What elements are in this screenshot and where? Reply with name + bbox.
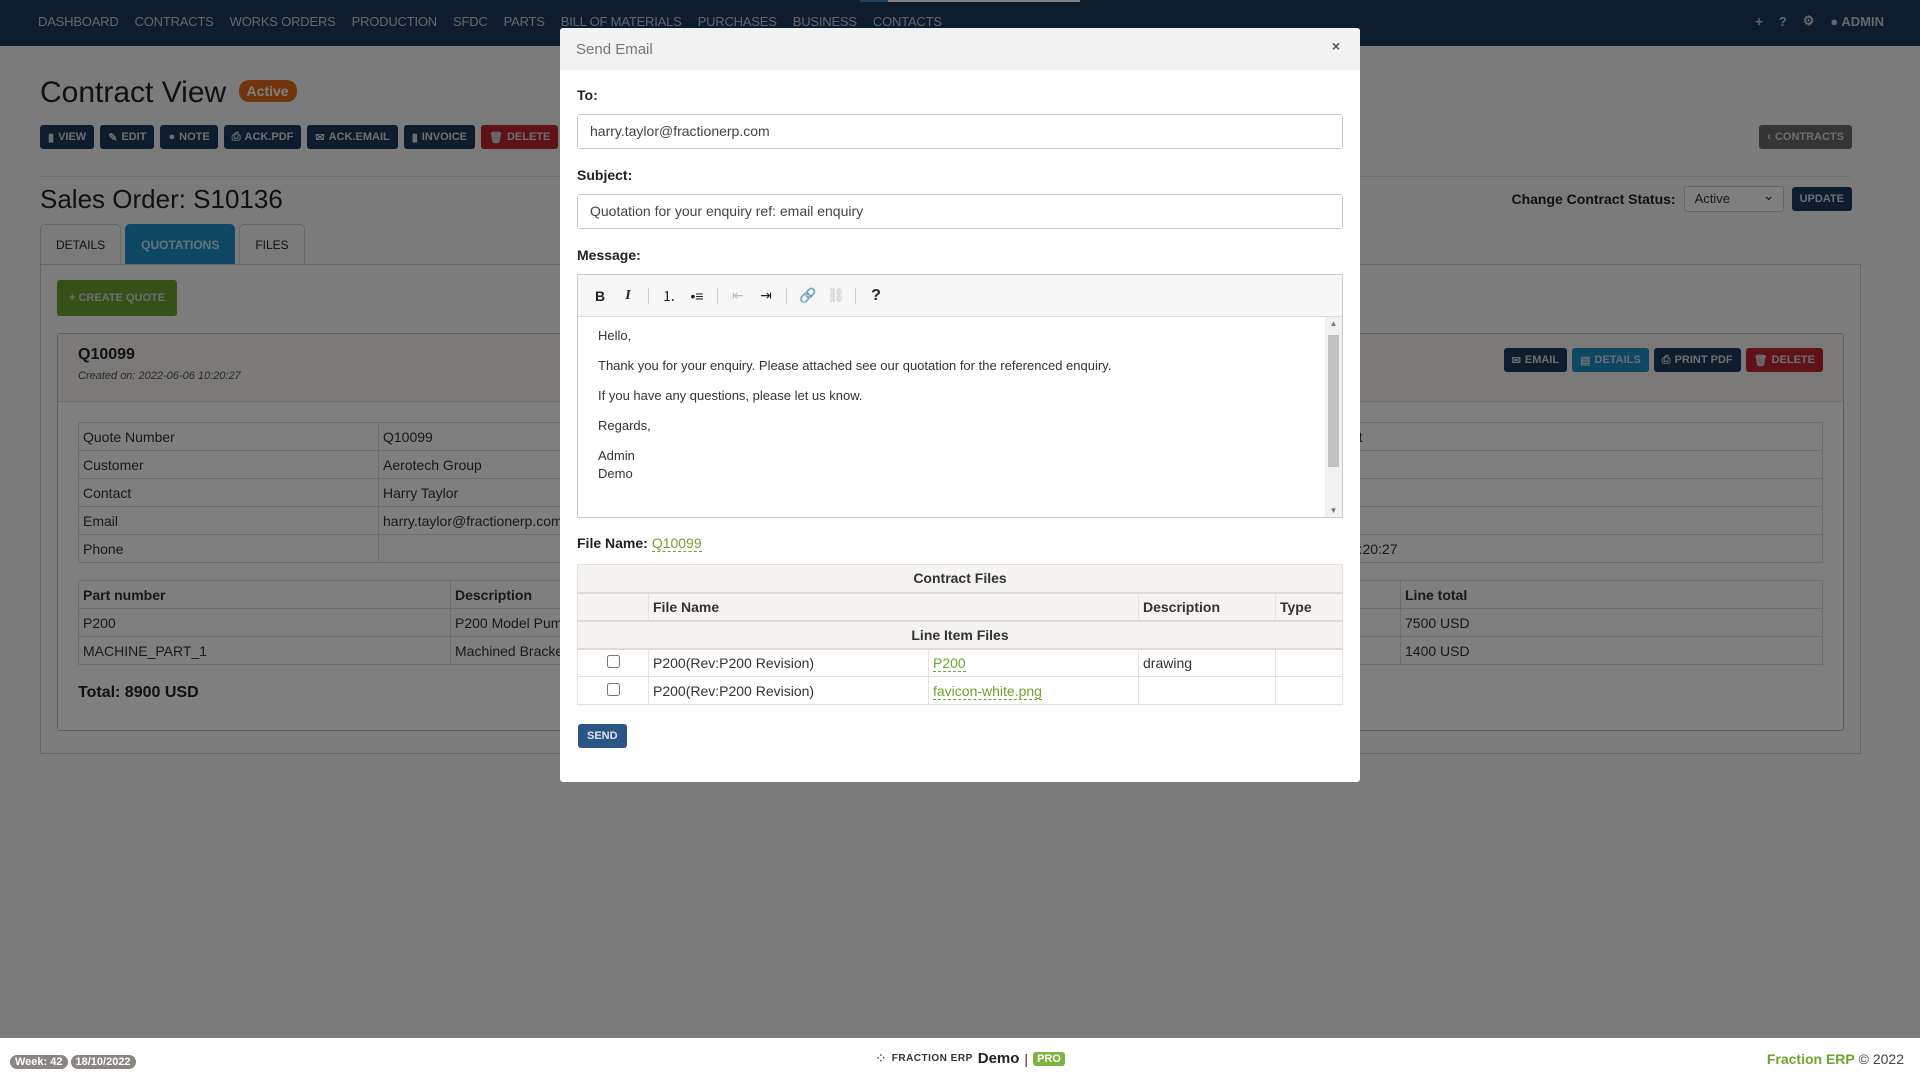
copyright-text: © 2022 xyxy=(1858,1051,1904,1067)
copyright-brand[interactable]: Fraction ERP xyxy=(1767,1051,1855,1067)
file-link[interactable]: favicon-white.png xyxy=(933,682,1042,700)
send-button[interactable]: SEND xyxy=(578,724,627,748)
line-item-name: P200(Rev:P200 Revision) xyxy=(648,648,929,677)
message-line: Demo xyxy=(598,466,633,481)
col-type: Type xyxy=(1275,592,1343,622)
col-description: Description xyxy=(1138,592,1276,622)
message-line: Regards, xyxy=(598,418,651,433)
to-label: To: xyxy=(577,87,598,103)
message-line: Admin xyxy=(598,448,635,463)
brand-demo: Demo xyxy=(977,1050,1020,1067)
close-icon[interactable]: × xyxy=(1332,38,1340,54)
line-item-files-header: Line Item Files xyxy=(577,620,1343,650)
brand-separator: | xyxy=(1024,1050,1029,1067)
file-link[interactable]: P200 xyxy=(933,654,966,672)
message-label: Message: xyxy=(577,247,641,263)
brand-small: FRACTION ERP xyxy=(891,1053,973,1064)
ordered-list-icon[interactable]: ⒈ xyxy=(661,286,677,306)
scroll-up-icon[interactable]: ▲ xyxy=(1325,319,1342,328)
link-icon[interactable]: 🔗 xyxy=(799,287,816,304)
file-type xyxy=(1275,676,1343,705)
scroll-down-icon[interactable]: ▼ xyxy=(1325,506,1342,515)
col-file-name: File Name xyxy=(648,592,1139,622)
contract-files-header-row: Contract Files xyxy=(577,564,1343,594)
subject-label: Subject: xyxy=(577,167,633,183)
select-cell xyxy=(577,648,649,677)
toolbar-separator xyxy=(855,287,856,304)
modal-header: Send Email × xyxy=(560,28,1360,70)
toolbar-separator xyxy=(648,287,649,304)
file-link-cell: favicon-white.png xyxy=(928,676,1139,705)
unlink-icon[interactable]: ⛓ xyxy=(827,287,845,304)
contract-files-header: Contract Files xyxy=(577,564,1343,594)
footer: Week: 42 18/10/2022 ⁘ FRACTION ERP Demo |… xyxy=(0,1038,1920,1080)
message-line: Hello, xyxy=(598,328,632,343)
italic-icon[interactable]: I xyxy=(620,288,636,304)
unordered-list-icon[interactable]: •≡ xyxy=(689,288,705,304)
send-email-modal: Send Email × To: harry.taylor@fractioner… xyxy=(560,28,1360,782)
fraction-logo-icon: ⁘ xyxy=(875,1050,887,1066)
file-link-cell: P200 xyxy=(928,648,1139,677)
message-line: If you have any questions, please let us… xyxy=(598,388,863,403)
table-header-row: File Name Description Type xyxy=(577,592,1343,622)
file-type xyxy=(1275,648,1343,677)
date-badge: 18/10/2022 xyxy=(70,1055,136,1069)
outdent-icon[interactable]: ⇤ xyxy=(730,287,746,304)
attachments-table: Contract Files File Name Description Typ… xyxy=(577,564,1343,705)
select-cell xyxy=(577,676,649,705)
editor-scrollbar[interactable]: ▲ ▼ xyxy=(1325,317,1342,517)
scroll-thumb[interactable] xyxy=(1328,335,1339,467)
week-badge: Week: 42 xyxy=(10,1055,68,1069)
file-description xyxy=(1138,676,1276,705)
attach-checkbox[interactable] xyxy=(606,654,620,668)
message-editor: B I ⒈ •≡ ⇤ ⇥ 🔗 ⛓ ? Hello, Thank you for … xyxy=(577,274,1343,518)
help-icon[interactable]: ? xyxy=(868,287,884,305)
file-description: drawing xyxy=(1138,648,1276,677)
subject-input[interactable]: Quotation for your enquiry ref: email en… xyxy=(577,194,1343,229)
file-name-editable[interactable]: Q10099 xyxy=(651,535,702,552)
footer-left: Week: 42 18/10/2022 xyxy=(10,1052,139,1069)
attach-checkbox[interactable] xyxy=(606,682,620,696)
editor-toolbar: B I ⒈ •≡ ⇤ ⇥ 🔗 ⛓ ? xyxy=(578,275,1342,317)
bold-icon[interactable]: B xyxy=(592,288,608,304)
toolbar-separator xyxy=(717,287,718,304)
indent-icon[interactable]: ⇥ xyxy=(758,287,774,304)
to-input[interactable]: harry.taylor@fractionerp.com xyxy=(577,114,1343,149)
message-line: Thank you for your enquiry. Please attac… xyxy=(598,358,1112,373)
col-select xyxy=(577,592,649,622)
footer-brand: ⁘ FRACTION ERP Demo | PRO xyxy=(875,1050,1065,1067)
line-item-files-header-row: Line Item Files xyxy=(577,620,1343,650)
table-row: P200(Rev:P200 Revision) favicon-white.pn… xyxy=(577,676,1343,705)
message-body[interactable]: Hello, Thank you for your enquiry. Pleas… xyxy=(578,317,1325,517)
pro-badge: PRO xyxy=(1033,1051,1065,1066)
file-name-row: File Name: Q10099 xyxy=(577,535,702,552)
file-name-label: File Name: xyxy=(577,535,648,551)
table-row: P200(Rev:P200 Revision) P200 drawing xyxy=(577,648,1343,677)
modal-title: Send Email xyxy=(576,41,653,58)
line-item-name: P200(Rev:P200 Revision) xyxy=(648,676,929,705)
copyright: Fraction ERP © 2022 xyxy=(1767,1051,1904,1067)
toolbar-separator xyxy=(786,287,787,304)
